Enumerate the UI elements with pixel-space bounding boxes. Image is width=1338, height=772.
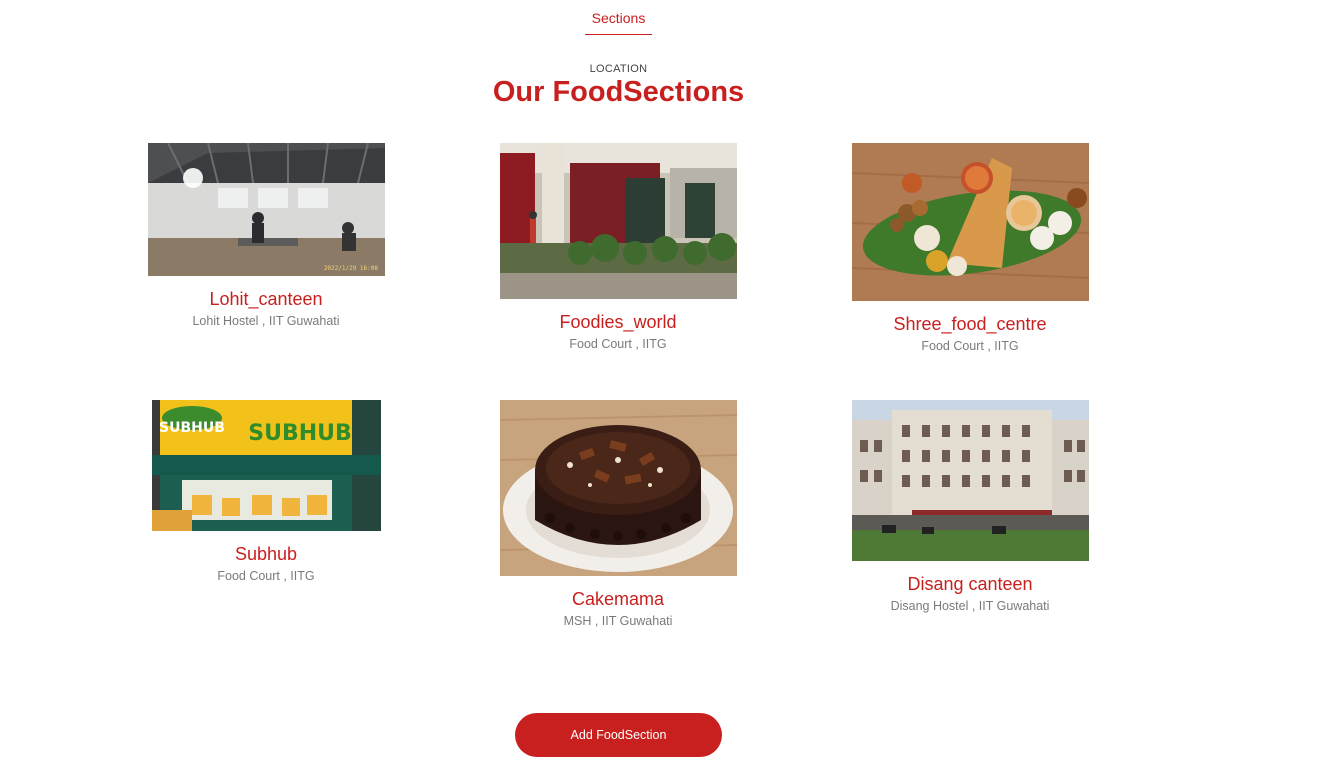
food-sections-page: Sections LOCATION Our FoodSections 2022/… [0,0,1338,772]
food-section-card[interactable]: Shree_food_centre Food Court , IITG [840,143,1100,354]
svg-text:SUBHUB: SUBHUB [159,420,225,436]
food-section-card[interactable]: SUBHUB SUBHUB Subhub Food Court , IITG [136,400,396,584]
food-section-location: Disang Hostel , IIT Guwahati [890,599,1050,613]
food-section-location: Food Court , IITG [569,337,667,351]
svg-text:2022/1/29 16:08: 2022/1/29 16:08 [323,265,378,272]
subhub-storefront-photo: SUBHUB SUBHUB [151,400,381,531]
food-section-name: Disang canteen [907,574,1033,594]
page-title: Our FoodSections [492,76,745,108]
svg-text:SUBHUB: SUBHUB [248,421,352,446]
food-section-card[interactable]: Foodies_world Food Court , IITG [488,143,748,352]
food-section-card[interactable]: 2022/1/29 16:08 Lohit_canteen Lohit Host… [136,143,396,329]
chocolate-cake-photo [499,400,737,576]
food-section-location: Food Court , IITG [217,569,315,583]
food-section-name: Cakemama [571,589,665,609]
canteen-interior-photo: 2022/1/29 16:08 [147,143,385,276]
add-foodsection-button[interactable]: Add FoodSection [515,713,722,757]
food-section-name: Lohit_canteen [209,289,323,309]
food-section-name: Subhub [234,544,298,564]
food-section-name: Foodies_world [559,312,677,332]
food-section-card[interactable]: Disang canteen Disang Hostel , IIT Guwah… [840,400,1100,614]
tab-sections[interactable]: Sections [585,10,652,35]
food-section-location: Lohit Hostel , IIT Guwahati [192,314,340,328]
food-section-location: Food Court , IITG [921,339,1019,353]
food-section-card[interactable]: Cakemama MSH , IIT Guwahati [488,400,748,629]
food-section-location: MSH , IIT Guwahati [563,614,673,628]
section-eyebrow: LOCATION [589,63,648,75]
south-indian-thali-photo [851,143,1089,301]
food-court-photo [499,143,737,299]
hostel-building-photo [851,400,1089,561]
food-section-name: Shree_food_centre [893,314,1047,334]
